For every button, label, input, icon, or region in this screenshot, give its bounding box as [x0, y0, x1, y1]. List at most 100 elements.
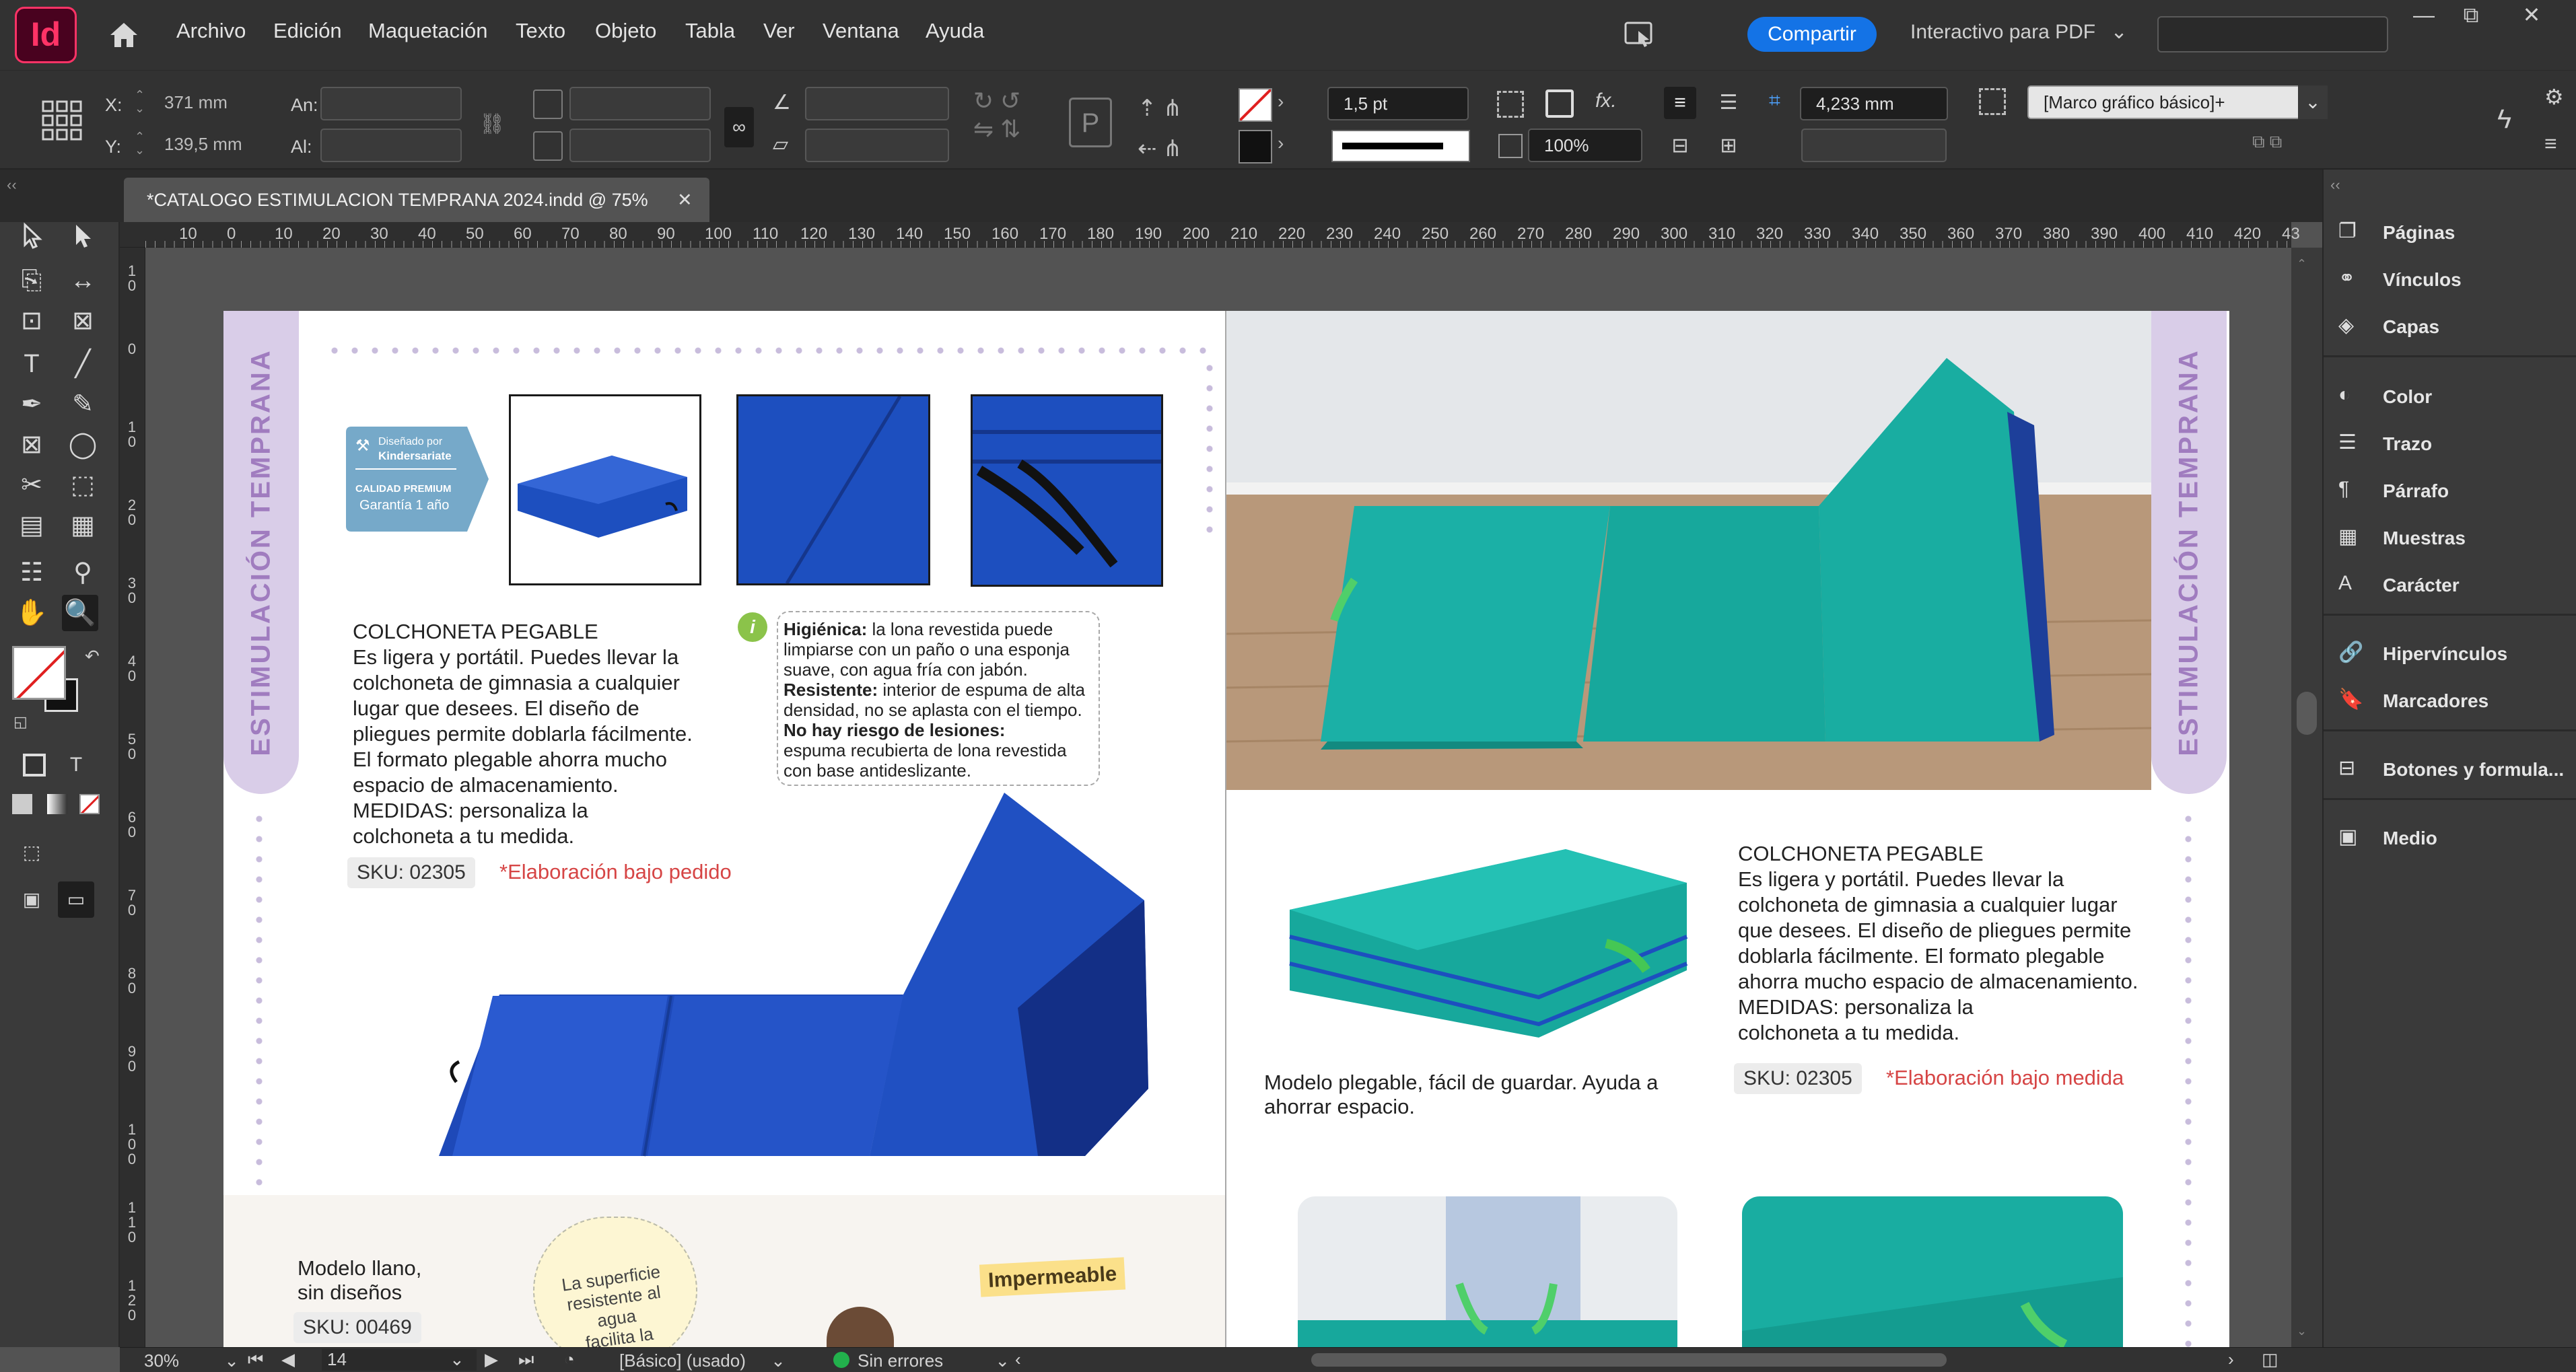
stroke-type-select[interactable]	[1331, 130, 1470, 162]
search-input[interactable]	[2157, 16, 2388, 52]
menu-archivo[interactable]: Archivo	[176, 19, 246, 43]
scissors-tool-icon[interactable]: ✂	[13, 467, 50, 503]
gap-tool-icon[interactable]: ↔	[65, 262, 101, 299]
close-tab-icon[interactable]: ✕	[677, 178, 693, 222]
next-page-icon[interactable]: ▶	[485, 1349, 498, 1370]
product-thumbnail[interactable]	[971, 394, 1163, 587]
workspace-selector[interactable]: Interactivo para PDF ⌄	[1910, 20, 2128, 44]
menu-texto[interactable]: Texto	[516, 19, 565, 43]
panel-pages[interactable]: Páginas	[2383, 222, 2455, 244]
panel-layers[interactable]: Capas	[2383, 316, 2439, 338]
spacing-select[interactable]	[1801, 129, 1947, 162]
default-fill-stroke-icon[interactable]: ◱	[13, 713, 28, 731]
panel-hyperlinks[interactable]: Hipervínculos	[2383, 643, 2507, 665]
menu-maquetacion[interactable]: Maquetación	[368, 19, 488, 43]
spacing-field[interactable]: 4,233 mm	[1800, 87, 1948, 120]
expand-panels-icon[interactable]: ‹‹	[2330, 176, 2340, 194]
panel-stroke[interactable]: Trazo	[2383, 433, 2432, 455]
direct-selection-tool-icon[interactable]	[65, 222, 101, 258]
rotate-angle-icon[interactable]: ∠	[773, 91, 800, 118]
preflight-status[interactable]: Sin errores ⌄	[858, 1350, 1010, 1371]
object-style-select[interactable]: [Marco gráfico básico]+	[2027, 85, 2328, 119]
scroll-up-icon[interactable]: ⌃	[2297, 257, 2307, 271]
panel-color[interactable]: Color	[2383, 386, 2432, 408]
formatting-text-icon[interactable]: T	[58, 747, 94, 783]
rotate-90-icons[interactable]: ↻ ↺ ⇋ ⇅	[973, 87, 1054, 168]
right-page[interactable]: ESTIMULACIÓN TEMPRANA Modelo plegable, f…	[1226, 311, 2229, 1347]
page-number-field[interactable]: 14 ⌄	[322, 1349, 477, 1371]
content-collector-icon[interactable]: ⊡	[13, 303, 50, 339]
gear-icon[interactable]: ⚙	[2544, 84, 2571, 118]
pen-tool-icon[interactable]: ✒	[13, 386, 50, 423]
opacity-field[interactable]: 100%	[1528, 129, 1642, 162]
panel-menu-icon[interactable]: ≡	[2544, 131, 2571, 158]
lightning-icon[interactable]: ϟ	[2497, 104, 2524, 138]
y-stepper-icon[interactable]: ⌃ ⌄	[135, 130, 149, 157]
fill-none-swatch[interactable]	[1239, 88, 1272, 122]
gradient-swatch-tool-icon[interactable]: ▤	[13, 507, 50, 544]
split-window-icon[interactable]: ◫	[2262, 1349, 2278, 1370]
close-window-button[interactable]: ✕	[2508, 0, 2555, 30]
apply-gradient-icon[interactable]	[47, 794, 67, 814]
menu-ver[interactable]: Ver	[763, 19, 795, 43]
panel-media[interactable]: Medio	[2383, 828, 2437, 849]
left-page[interactable]: ESTIMULACIÓN TEMPRANA ⚒ Diseñado por Kin…	[223, 311, 1226, 1347]
rotation-field[interactable]	[805, 87, 949, 120]
zoom-tool-icon[interactable]: 🔍	[62, 595, 98, 631]
normal-mode-icon[interactable]: ▣	[13, 881, 50, 918]
frame-options-icons[interactable]: ⧉ ⧉	[2252, 131, 2320, 158]
fill-stroke-swatches[interactable]	[12, 646, 78, 712]
home-icon[interactable]	[108, 20, 140, 50]
eyedropper-tool-icon[interactable]: ⚲	[65, 554, 101, 591]
note-tool-icon[interactable]: ☷	[13, 554, 50, 591]
scrollbar-thumb[interactable]	[2297, 692, 2317, 735]
panel-bookmarks[interactable]: Marcadores	[2383, 690, 2488, 712]
distribute-icon[interactable]: ⊞	[1712, 130, 1745, 162]
style-select[interactable]: [Básico] (usado) ⌄	[619, 1350, 786, 1371]
fill-chevron-icon[interactable]: ›	[1278, 91, 1298, 118]
formatting-container-icon[interactable]	[23, 754, 46, 777]
scale-x-icon[interactable]	[533, 89, 563, 119]
document-canvas[interactable]: ESTIMULACIÓN TEMPRANA ⚒ Diseñado por Kin…	[145, 248, 2291, 1347]
line-tool-icon[interactable]: ╱	[65, 346, 101, 382]
align-icon[interactable]: ⊟	[1664, 130, 1696, 162]
select-container-icons[interactable]: ⇡ ⋔ ⇠ ⋔	[1138, 88, 1218, 162]
scale-link-icon[interactable]: ∞	[724, 107, 754, 147]
menu-ayuda[interactable]: Ayuda	[926, 19, 984, 43]
scale-x-field[interactable]	[569, 87, 711, 120]
mat-carry-photo[interactable]	[1298, 1196, 1677, 1347]
stroke-chevron-icon[interactable]: ›	[1278, 133, 1298, 159]
product-thumbnail[interactable]	[509, 394, 701, 585]
share-button[interactable]: Compartir	[1747, 17, 1877, 52]
x-stepper-icon[interactable]: ⌃ ⌄	[135, 88, 149, 115]
panel-links[interactable]: Vínculos	[2383, 269, 2462, 291]
object-style-chevron-icon[interactable]: ⌄	[2298, 85, 2328, 119]
menu-objeto[interactable]: Objeto	[595, 19, 656, 43]
apply-none-icon[interactable]	[79, 794, 100, 814]
menu-ventana[interactable]: Ventana	[823, 19, 899, 43]
open-page-icon[interactable]: ◔	[564, 1349, 575, 1370]
ellipse-tool-icon[interactable]: ◯	[65, 427, 101, 463]
free-transform-tool-icon[interactable]: ⬚	[65, 467, 101, 503]
collapse-icon[interactable]: ‹‹	[7, 176, 17, 194]
constrain-link-icon[interactable]: ⛓	[479, 112, 505, 137]
shear-icon[interactable]: ▱	[773, 133, 800, 159]
selection-tool-icon[interactable]	[13, 222, 50, 258]
text-wrap-none-icon[interactable]: ≡	[1664, 87, 1696, 119]
reference-point-icon[interactable]	[40, 99, 83, 142]
frame-fitting-icon[interactable]	[1497, 91, 1524, 118]
blue-folding-mat-image[interactable]	[439, 793, 1152, 1169]
folded-teal-mat-image[interactable]	[1283, 836, 1700, 1051]
menu-tabla[interactable]: Tabla	[685, 19, 735, 43]
stroke-swatch[interactable]	[1239, 130, 1272, 164]
scale-y-field[interactable]	[569, 129, 711, 162]
prev-page-icon[interactable]: ◀	[281, 1349, 295, 1370]
swap-fill-stroke-icon[interactable]: ↶	[85, 646, 100, 667]
text-wrap-box-icon[interactable]: ☰	[1712, 87, 1745, 119]
horizontal-scrollbar-thumb[interactable]	[1311, 1353, 1947, 1367]
rectangle-frame-tool-icon[interactable]: ⊠	[13, 427, 50, 463]
panel-swatches[interactable]: Muestras	[2383, 528, 2466, 549]
shear-field[interactable]	[805, 129, 949, 162]
width-field[interactable]	[320, 87, 462, 120]
frame-grid-icon[interactable]: ⬚	[13, 834, 50, 871]
